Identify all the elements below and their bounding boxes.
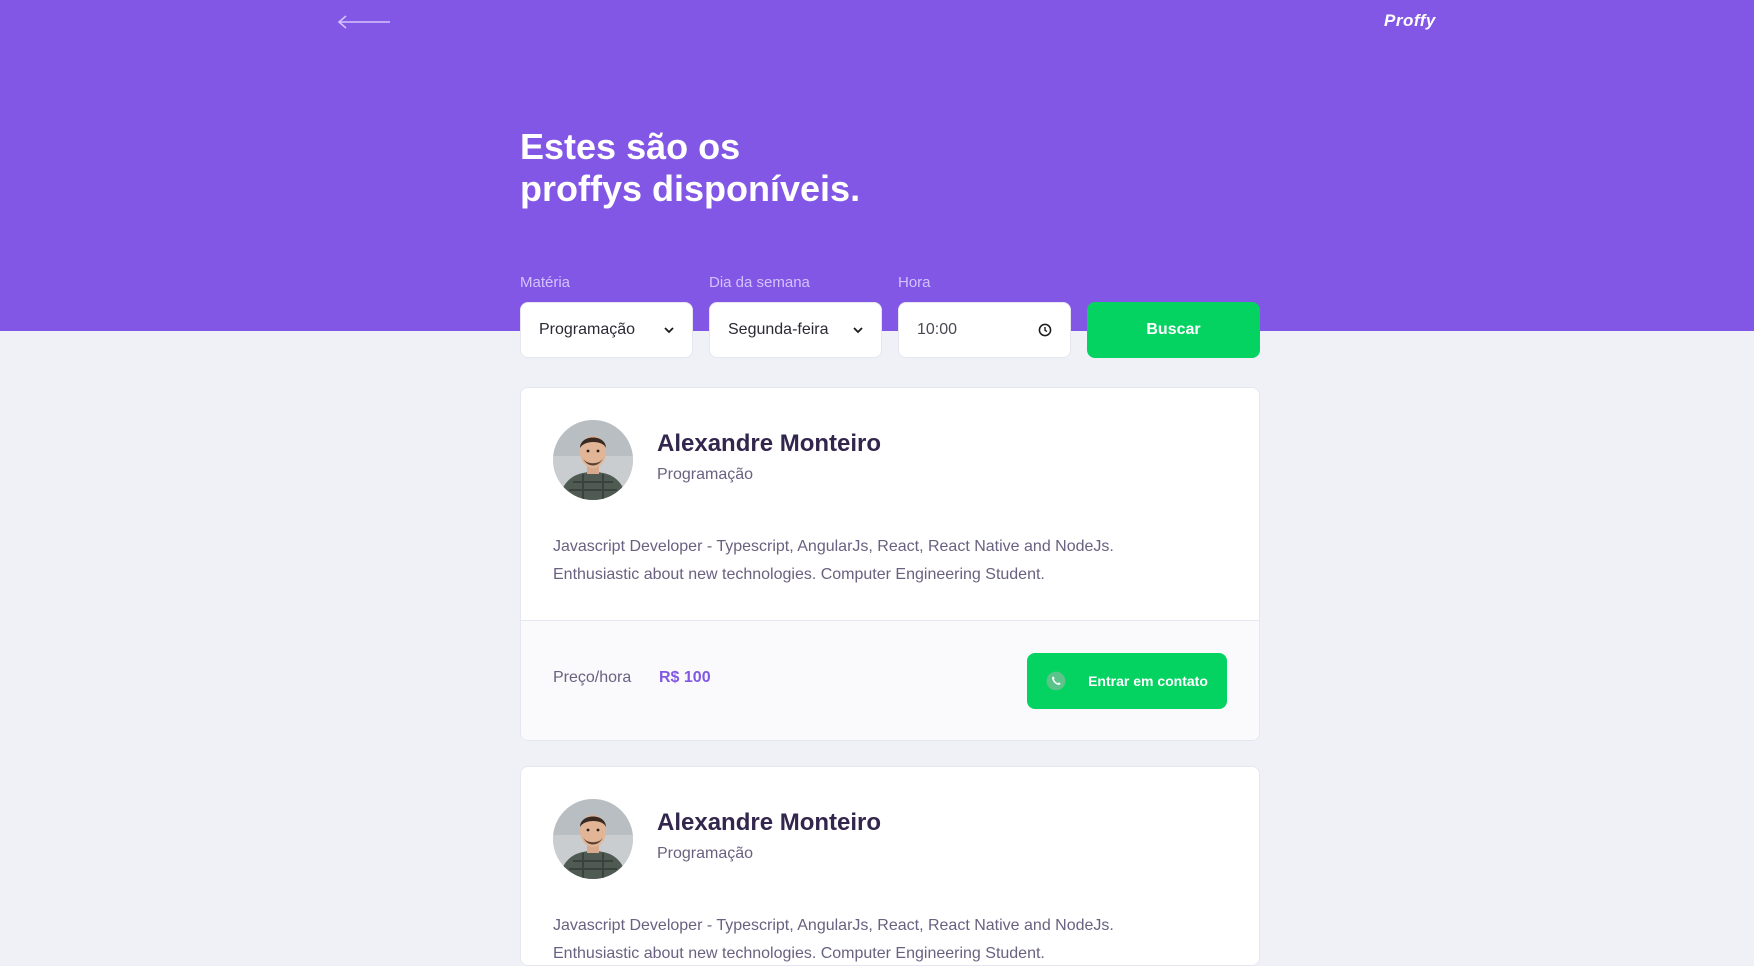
teacher-name: Alexandre Monteiro <box>657 809 882 836</box>
teacher-subject: Programação <box>657 466 754 483</box>
arrow-left-icon <box>337 15 390 29</box>
chevron-down-icon <box>664 327 674 334</box>
teacher-subject: Programação <box>657 845 754 862</box>
search-teachers-form: Matéria Programação Dia da semana Segund… <box>520 274 1260 360</box>
weekday-select[interactable]: Segunda-feira <box>709 302 882 358</box>
chevron-down-icon <box>853 327 863 334</box>
teacher-card-footer: Preço/hora R$ 100 Entrar em contato <box>521 620 1259 740</box>
teacher-bio-line-2: Enthusiastic about new technologies. Com… <box>553 945 1045 962</box>
logo: Proffy <box>1384 11 1436 30</box>
price-label: Preço/hora <box>553 669 632 686</box>
teacher-bio-line-2: Enthusiastic about new technologies. Com… <box>553 566 1045 583</box>
time-input-value: 10:00 <box>917 321 958 338</box>
teacher-bio: Javascript Developer - Typescript, Angul… <box>553 912 1243 965</box>
time-label: Hora <box>898 274 931 291</box>
teacher-name: Alexandre Monteiro <box>657 430 882 457</box>
contact-button-label: Entrar em contato <box>1088 673 1208 689</box>
contact-button[interactable]: Entrar em contato <box>1027 653 1227 709</box>
avatar <box>553 799 633 879</box>
page-title-line-1: Estes são os <box>520 126 741 167</box>
search-button[interactable]: Buscar <box>1087 302 1260 358</box>
teacher-card: Alexandre Monteiro Programação Javascrip… <box>520 387 1260 741</box>
time-input[interactable]: 10:00 <box>898 302 1071 358</box>
page-title: Estes são os proffys disponíveis. <box>520 126 940 210</box>
back-button[interactable] <box>336 12 392 32</box>
teacher-bio-line-1: Javascript Developer - Typescript, Angul… <box>553 538 1114 555</box>
subject-select-value: Programação <box>539 321 636 338</box>
teacher-bio: Javascript Developer - Typescript, Angul… <box>553 533 1243 589</box>
whatsapp-icon <box>1046 671 1066 691</box>
teacher-bio-line-1: Javascript Developer - Typescript, Angul… <box>553 917 1114 934</box>
subject-label: Matéria <box>520 274 571 291</box>
price-value: R$ 100 <box>659 669 711 686</box>
weekday-label: Dia da semana <box>709 274 810 291</box>
subject-select[interactable]: Programação <box>520 302 693 358</box>
avatar-photo <box>553 799 633 879</box>
page-title-line-2: proffys disponíveis. <box>520 168 861 209</box>
avatar-photo <box>553 420 633 500</box>
teacher-card: Alexandre Monteiro Programação Javascrip… <box>520 766 1260 966</box>
avatar <box>553 420 633 500</box>
clock-icon[interactable] <box>1038 323 1052 337</box>
weekday-select-value: Segunda-feira <box>728 321 829 338</box>
